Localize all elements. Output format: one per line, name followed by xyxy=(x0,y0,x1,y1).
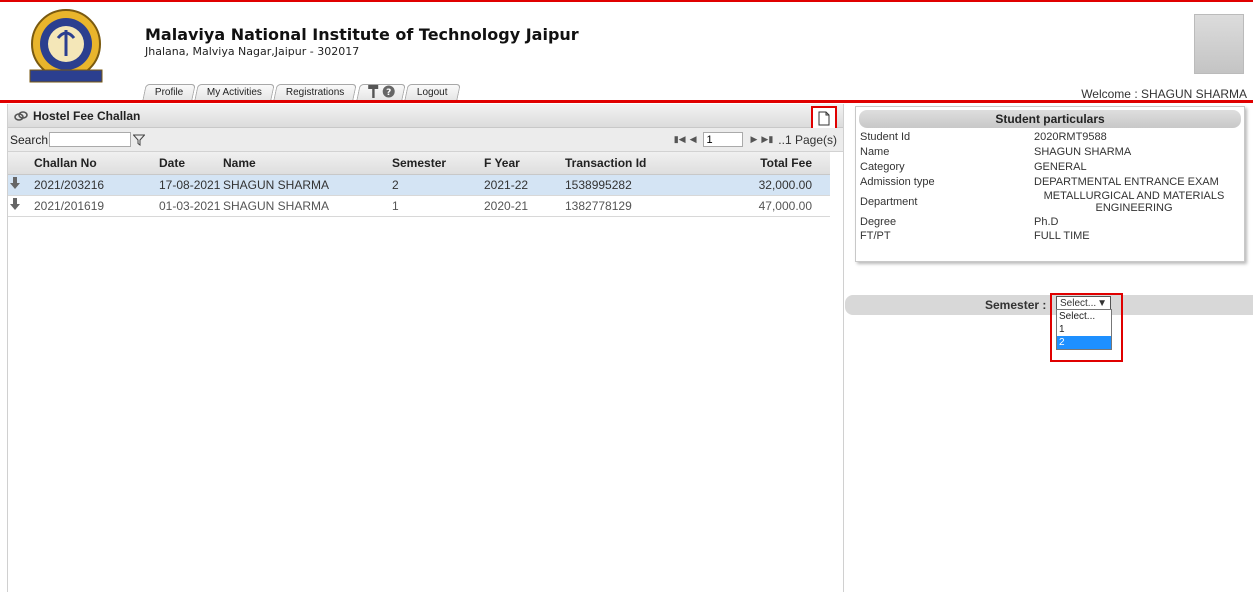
pager: ▮◀ ◀ ▶ ▶▮ ..1 Page(s) xyxy=(672,132,837,147)
panel-title-bar: Hostel Fee Challan xyxy=(8,104,843,128)
tab-logout[interactable]: Logout xyxy=(403,84,460,101)
student-particulars-title: Student particulars xyxy=(859,110,1241,128)
col-total-fee[interactable]: Total Fee xyxy=(702,152,830,175)
challan-date: 01-03-2021 xyxy=(159,195,223,217)
col-challan-no[interactable]: Challan No xyxy=(34,152,159,175)
col-date[interactable]: Date xyxy=(159,152,223,175)
col-icon xyxy=(8,152,34,175)
field-admission-type: Admission type DEPARTMENTAL ENTRANCE EXAM xyxy=(860,176,1219,188)
top-nav-tabs: Profile My Activities Registrations ? Lo… xyxy=(142,84,460,101)
next-page-icon[interactable]: ▶ xyxy=(751,134,758,145)
semester-option[interactable]: Select... xyxy=(1057,310,1111,323)
prev-page-icon[interactable]: ◀ xyxy=(690,134,697,145)
download-icon[interactable] xyxy=(8,174,34,196)
institute-address: Jhalana, Malviya Nagar,Jaipur - 302017 xyxy=(145,45,360,58)
fiscal-year: 2021-22 xyxy=(484,174,565,196)
semester-option[interactable]: 1 xyxy=(1057,323,1111,336)
svg-text:?: ? xyxy=(386,88,391,98)
search-input[interactable] xyxy=(49,132,132,147)
panel-title: Hostel Fee Challan xyxy=(33,108,141,123)
hostel-fee-panel: Hostel Fee Challan Search ▮◀ ◀ ▶ ▶▮ ..1 … xyxy=(7,104,844,592)
hammer-icon[interactable] xyxy=(367,85,379,98)
field-ftpt: FT/PT FULL TIME xyxy=(860,230,1090,242)
semester-bar: Semester : Select... ▼ xyxy=(845,295,1253,315)
last-page-icon[interactable]: ▶▮ xyxy=(761,134,773,145)
semester-option[interactable]: 2 xyxy=(1057,336,1111,349)
student-name: SHAGUN SHARMA xyxy=(223,174,392,196)
student-name: SHAGUN SHARMA xyxy=(223,195,392,217)
new-document-button[interactable] xyxy=(811,106,837,130)
tab-profile[interactable]: Profile xyxy=(142,84,197,101)
field-degree: Degree Ph.D xyxy=(860,216,1059,228)
student-particulars: Student particulars Student Id 2020RMT958… xyxy=(855,106,1245,262)
page-count: ..1 Page(s) xyxy=(778,132,837,147)
header: Malaviya National Institute of Technolog… xyxy=(0,2,1253,101)
field-department: Department METALLURGICAL AND MATERIALS EN… xyxy=(860,190,1225,214)
transaction-id: 1382778129 xyxy=(565,195,702,217)
tab-my-activities[interactable]: My Activities xyxy=(194,84,276,101)
tab-tools[interactable]: ? xyxy=(355,84,406,101)
field-name: Name SHAGUN SHARMA xyxy=(860,146,1132,158)
field-student-id: Student Id 2020RMT9588 xyxy=(860,131,1107,143)
total-fee: 32,000.00 xyxy=(702,174,830,196)
help-icon[interactable]: ? xyxy=(382,85,395,98)
fiscal-year: 2020-21 xyxy=(484,195,565,217)
user-photo xyxy=(1194,14,1244,74)
new-document-icon xyxy=(818,111,830,125)
col-fyear[interactable]: F Year xyxy=(484,152,565,175)
semester: 1 xyxy=(392,195,484,217)
search-label: Search xyxy=(10,132,49,147)
semester-label: Semester : xyxy=(985,298,1047,312)
welcome-text: Welcome : SHAGUN SHARMA xyxy=(1081,87,1247,101)
tab-registrations[interactable]: Registrations xyxy=(273,84,358,101)
semester-dropdown: Select... 1 2 xyxy=(1056,309,1112,350)
links-icon xyxy=(14,110,28,121)
table-row[interactable]: 2021/201619 01-03-2021 SHAGUN SHARMA 1 2… xyxy=(8,195,830,217)
page-number-input[interactable] xyxy=(702,132,743,147)
institute-logo xyxy=(29,9,103,83)
challan-date: 17-08-2021 xyxy=(159,174,223,196)
filter-icon[interactable] xyxy=(133,134,146,146)
header-divider xyxy=(0,100,1253,103)
institute-name: Malaviya National Institute of Technolog… xyxy=(145,25,579,44)
col-semester[interactable]: Semester xyxy=(392,152,484,175)
table-header-row: Challan No Date Name Semester F Year Tra… xyxy=(8,152,830,175)
table-row[interactable]: 2021/203216 17-08-2021 SHAGUN SHARMA 2 2… xyxy=(8,174,830,196)
challan-no: 2021/201619 xyxy=(34,195,159,217)
challan-no: 2021/203216 xyxy=(34,174,159,196)
semester: 2 xyxy=(392,174,484,196)
download-icon[interactable] xyxy=(8,195,34,217)
challan-table: Challan No Date Name Semester F Year Tra… xyxy=(8,152,830,217)
total-fee: 47,000.00 xyxy=(702,195,830,217)
first-page-icon[interactable]: ▮◀ xyxy=(674,134,686,145)
transaction-id: 1538995282 xyxy=(565,174,702,196)
col-name[interactable]: Name xyxy=(223,152,392,175)
field-category: Category GENERAL xyxy=(860,161,1087,173)
search-toolbar: Search ▮◀ ◀ ▶ ▶▮ ..1 Page(s) xyxy=(8,128,843,152)
col-transaction-id[interactable]: Transaction Id xyxy=(565,152,702,175)
